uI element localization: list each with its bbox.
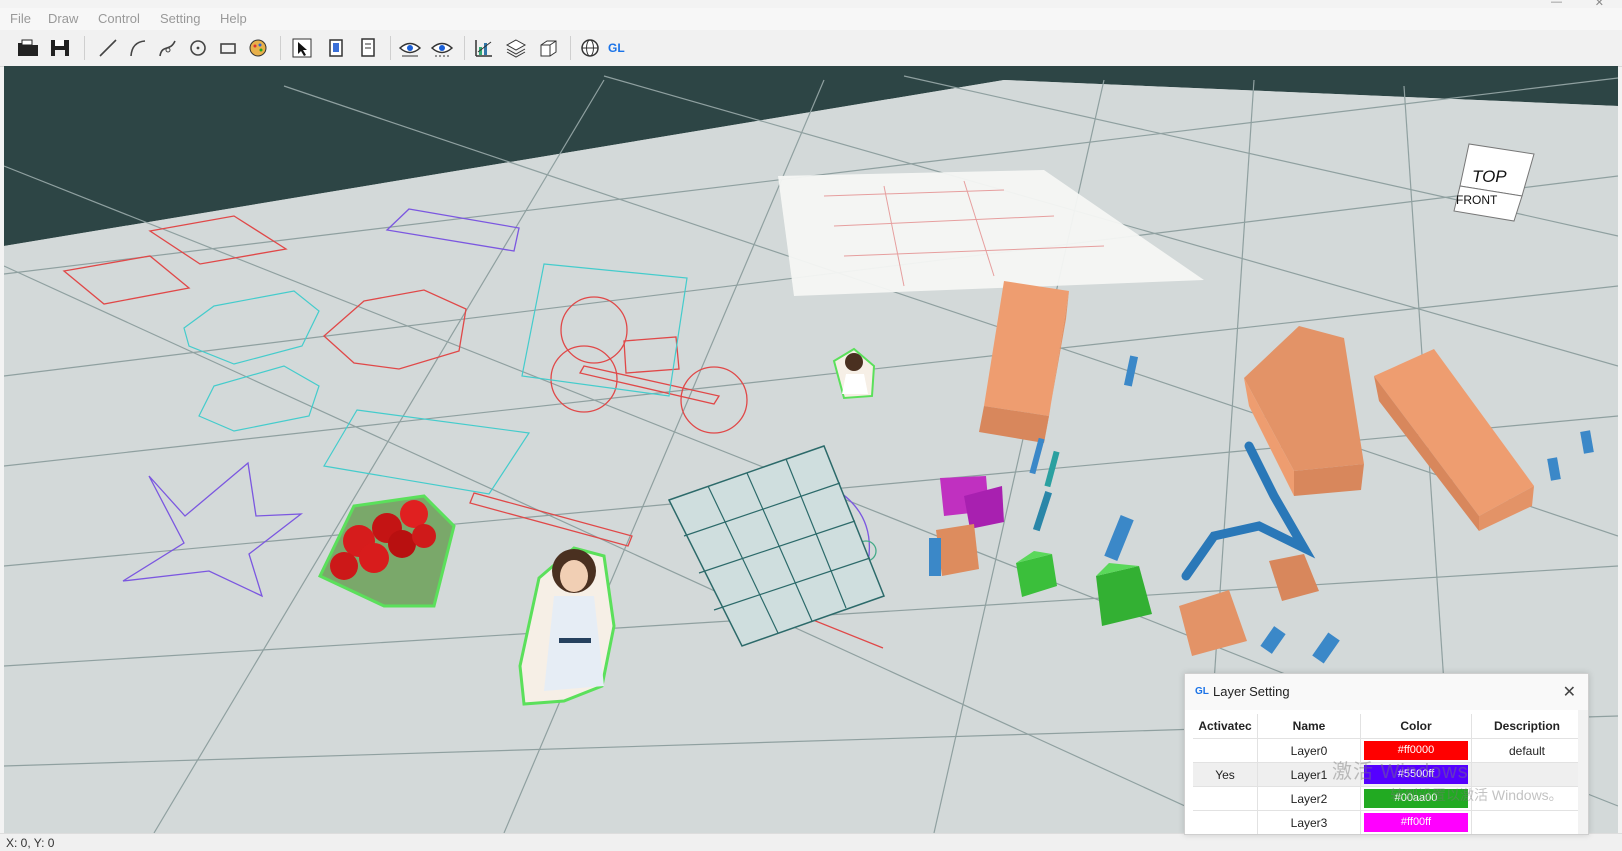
layer-description-cell[interactable] xyxy=(1471,762,1583,787)
line-icon[interactable] xyxy=(96,36,120,60)
curve-icon[interactable] xyxy=(156,36,180,60)
layer-active-cell[interactable] xyxy=(1193,835,1258,836)
layer-move-icon[interactable] xyxy=(324,36,348,60)
menu-control[interactable]: Control xyxy=(98,11,140,26)
chart-icon[interactable] xyxy=(472,36,496,60)
status-bar: X: 0, Y: 0 xyxy=(0,833,1622,851)
globe-icon[interactable] xyxy=(578,36,602,60)
layer-row[interactable]: Layer3 #ff00ff xyxy=(1193,810,1583,834)
col-header-color[interactable]: Color xyxy=(1360,714,1472,739)
opengl-icon[interactable]: GL xyxy=(608,36,632,60)
menu-file[interactable]: File xyxy=(10,11,31,26)
dialog-title: Layer Setting xyxy=(1213,684,1290,699)
layer-name-cell[interactable]: Layer3 xyxy=(1257,810,1361,834)
toolbar-separator xyxy=(570,36,571,60)
rectangle-icon[interactable] xyxy=(216,36,240,60)
layer-row[interactable]: Layer4#55ffff xyxy=(1193,835,1583,836)
layer-color-cell[interactable]: #55ffff xyxy=(1361,835,1472,836)
coordinates-readout: X: 0, Y: 0 xyxy=(6,836,55,850)
layer-stack-icon[interactable] xyxy=(356,36,380,60)
save-icon[interactable] xyxy=(48,36,72,60)
small-orange-box-1[interactable] xyxy=(929,524,979,576)
toolbar-separator xyxy=(84,36,85,60)
title-bar: — ✕ xyxy=(0,0,1622,9)
menu-draw[interactable]: Draw xyxy=(48,11,78,26)
layer-description-cell[interactable]: default xyxy=(1471,738,1583,763)
col-header-description[interactable]: Description xyxy=(1471,714,1583,739)
layer-description-cell[interactable] xyxy=(1471,810,1583,834)
eye-icon[interactable] xyxy=(398,36,422,60)
activation-watermark-line2: 转到设置以激活 Windows。 xyxy=(1390,787,1563,803)
layer-active-cell[interactable] xyxy=(1193,786,1258,811)
toolbar-separator xyxy=(280,36,281,60)
layer-active-cell[interactable]: Yes xyxy=(1193,762,1258,787)
opengl-app-icon: GL xyxy=(1195,686,1209,697)
paint-icon[interactable] xyxy=(246,36,270,60)
layer-setting-dialog[interactable]: GL Layer Setting ✕ Activatec Name Color … xyxy=(1184,673,1589,835)
layer-description-cell[interactable] xyxy=(1472,835,1583,836)
arc-icon[interactable] xyxy=(126,36,150,60)
activation-watermark-line1: 激活 Windows xyxy=(1332,761,1469,783)
toolbar: GL xyxy=(0,30,1622,67)
layer-active-cell[interactable] xyxy=(1193,810,1258,834)
color-swatch[interactable]: #ff00ff xyxy=(1364,813,1468,832)
layer-color-cell[interactable]: #ff00ff xyxy=(1360,810,1472,834)
circle-icon[interactable] xyxy=(186,36,210,60)
dialog-header: GL Layer Setting ✕ xyxy=(1185,674,1588,710)
layers-icon[interactable] xyxy=(504,36,528,60)
view-cube-front-label[interactable]: FRONT xyxy=(1456,193,1498,207)
layer-name-cell[interactable]: Layer2 xyxy=(1257,786,1361,811)
toolbar-separator xyxy=(390,36,391,60)
view-cube-top-label[interactable]: TOP xyxy=(1472,167,1507,186)
toolbar-separator xyxy=(464,36,465,60)
col-header-active[interactable]: Activatec xyxy=(1193,714,1258,739)
vertical-scrollbar[interactable] xyxy=(1578,710,1588,834)
col-header-name[interactable]: Name xyxy=(1257,714,1361,739)
close-icon[interactable]: ✕ xyxy=(1563,682,1576,702)
layer-active-cell[interactable] xyxy=(1193,738,1258,763)
eye-hide-icon[interactable] xyxy=(430,36,454,60)
menu-help[interactable]: Help xyxy=(220,11,247,26)
menu-setting[interactable]: Setting xyxy=(160,11,200,26)
minimize-icon[interactable]: — xyxy=(1551,0,1562,8)
select-arrow-icon[interactable] xyxy=(290,36,314,60)
menu-bar: File Draw Control Setting Help xyxy=(0,8,1622,30)
box-3d-icon[interactable] xyxy=(536,36,560,60)
open-folder-icon[interactable] xyxy=(16,36,40,60)
layer-name-cell[interactable]: Layer4 xyxy=(1258,835,1361,836)
